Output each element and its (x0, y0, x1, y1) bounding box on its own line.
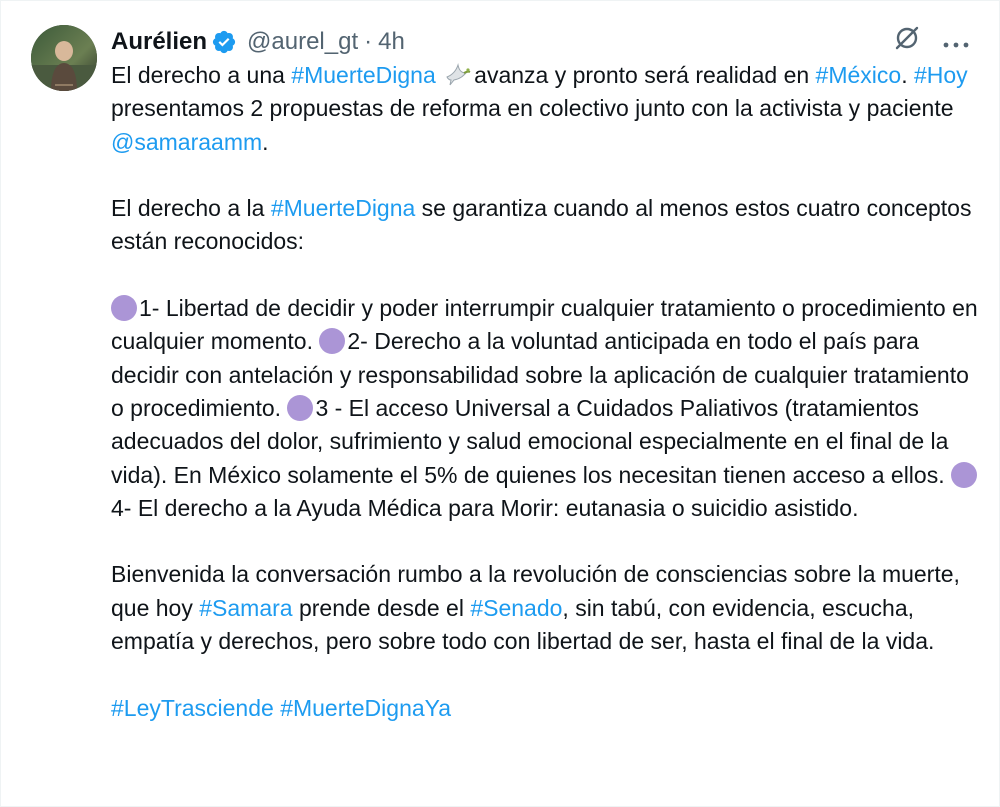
tweet-text: El derecho a una #MuerteDigna avanza y p… (111, 59, 981, 725)
purple-circle-icon (111, 295, 137, 322)
avatar-image (31, 25, 97, 91)
dove-icon (444, 61, 472, 87)
handle[interactable]: @aurel_gt (247, 27, 358, 57)
hashtag-muertedignaya[interactable]: #MuerteDignaYa (280, 695, 451, 721)
separator-dot: · (364, 28, 373, 55)
hashtag-mexico[interactable]: #México (816, 62, 902, 88)
text-segment: presentamos 2 propuestas de reforma en c… (111, 95, 954, 122)
text-segment: . (901, 62, 914, 88)
text-segment: avanza y pronto será realidad en (474, 62, 816, 88)
more-options-icon[interactable] (943, 27, 969, 57)
hashtag-hoy[interactable]: #Hoy (914, 62, 968, 88)
hashtag-samara[interactable]: #Samara (199, 595, 292, 621)
text-segment: El derecho a la (111, 195, 271, 222)
list-item-4: 4- El derecho a la Ayuda Médica para Mor… (111, 494, 859, 521)
hashtag-muertedigna[interactable]: #MuerteDigna (271, 195, 415, 221)
paragraph-4: Bienvenida la conversación rumbo a la re… (111, 558, 981, 658)
header-actions (893, 25, 969, 59)
text-segment: . (262, 128, 269, 155)
text-segment: prende desde el (292, 594, 471, 621)
avatar[interactable] (31, 25, 97, 91)
purple-circle-icon (287, 394, 314, 421)
purple-circle-icon (950, 461, 977, 488)
display-name[interactable]: Aurélien (111, 27, 207, 57)
tweet: Aurélien @aurel_gt · 4h El derecho a una… (0, 0, 1000, 807)
hashtag-senado[interactable]: #Senado (470, 595, 562, 621)
paragraph-1: El derecho a una #MuerteDigna avanza y p… (111, 59, 981, 159)
tweet-header: Aurélien @aurel_gt · 4h (111, 25, 969, 59)
purple-circle-icon (319, 328, 346, 355)
text-segment: El derecho a una (111, 62, 292, 88)
verified-badge-icon (211, 29, 237, 55)
paragraph-5: #LeyTrasciende #MuerteDignaYa (111, 692, 981, 725)
paragraph-2: El derecho a la #MuerteDigna se garantiz… (111, 192, 981, 259)
grok-icon[interactable] (893, 24, 921, 60)
hashtag-leytrasciende[interactable]: #LeyTrasciende (111, 695, 274, 721)
timestamp[interactable]: 4h (378, 27, 405, 57)
paragraph-3: 1- Libertad de decidir y poder interrump… (111, 292, 981, 525)
hashtag-muertedigna[interactable]: #MuerteDigna (291, 62, 435, 88)
mention-samaraamm[interactable]: @samaraamm (111, 129, 262, 155)
